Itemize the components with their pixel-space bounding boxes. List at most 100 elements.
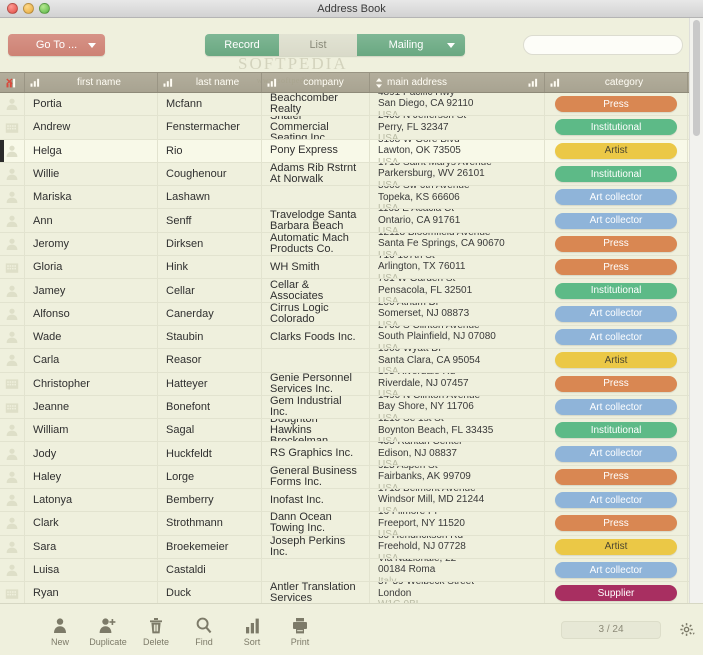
cell-first-name[interactable]: Haley: [25, 465, 158, 489]
cell-company[interactable]: Cellar & Associates: [262, 279, 370, 302]
table-row[interactable]: Jeromy Dirksen Automatic Mach Products Co.…: [0, 232, 703, 257]
cell-last-name[interactable]: Bonefont: [158, 395, 262, 419]
toolbar-button-duplicate[interactable]: Duplicate: [84, 612, 132, 647]
settings-button[interactable]: [680, 622, 695, 637]
category-badge[interactable]: Press: [555, 235, 677, 252]
cell-category[interactable]: Art collector: [545, 395, 688, 419]
cell-last-name[interactable]: Senff: [158, 209, 262, 232]
cell-main-address[interactable]: 1900 Wyatt DrSanta Clara, CA 95054USA: [370, 349, 545, 372]
toolbar-button-print[interactable]: Print: [276, 612, 324, 647]
tab-mailing[interactable]: Mailing: [357, 34, 465, 56]
cell-first-name[interactable]: William: [25, 419, 158, 442]
cell-category[interactable]: Institutional: [545, 419, 688, 442]
cell-main-address[interactable]: 435 Raritan CenterEdison, NJ 08837USA: [370, 442, 545, 465]
cell-first-name[interactable]: Ryan: [25, 582, 158, 605]
cell-company[interactable]: Antler Translation Services: [262, 582, 370, 605]
cell-main-address[interactable]: 2700 S Clinton AvenueSouth Plainfield, N…: [370, 325, 545, 349]
category-badge[interactable]: Artist: [555, 142, 677, 159]
cell-company[interactable]: [262, 186, 370, 209]
cell-category[interactable]: Art collector: [545, 558, 688, 582]
cell-company[interactable]: WH Smith: [262, 256, 370, 279]
cell-category[interactable]: Institutional: [545, 162, 688, 186]
table-row[interactable]: Jeanne Bonefont Gem Industrial Inc. 1490 N …: [0, 395, 703, 420]
table-row[interactable]: Luisa Castaldi Via Nazionale, 2200184 Roma…: [0, 558, 703, 583]
sort-bars-icon-wrap[interactable]: [550, 78, 561, 87]
category-badge[interactable]: Art collector: [555, 212, 677, 229]
cell-main-address[interactable]: 1718 Belmont AvenueWindsor Mill, MD 2124…: [370, 489, 545, 512]
cell-last-name[interactable]: Lashawn: [158, 186, 262, 209]
table-row[interactable]: Helga Rio Pony Express 5108 W Gore BlvdLawt…: [0, 139, 703, 163]
cell-main-address[interactable]: 57-59 Welbeck StreetLondonW1G 0BL: [370, 582, 545, 605]
category-badge[interactable]: Press: [555, 515, 677, 532]
table-row[interactable]: Alfonso Canerday Cirrus Logic Colorado 200 …: [0, 302, 703, 326]
category-badge[interactable]: Art collector: [555, 562, 677, 579]
category-badge[interactable]: Supplier: [555, 585, 677, 602]
column-header-first_name[interactable]: first name: [25, 73, 158, 92]
cell-first-name[interactable]: Sara: [25, 535, 158, 558]
cell-last-name[interactable]: Coughenour: [158, 162, 262, 186]
table-row[interactable]: Jamey Cellar Cellar & Associates 701 W Gard…: [0, 279, 703, 303]
cell-category[interactable]: Press: [545, 465, 688, 489]
cell-main-address[interactable]: 105 Riverdale RdRiverdale, NJ 07457USA: [370, 372, 545, 395]
tab-record[interactable]: Record: [205, 34, 279, 56]
table-row[interactable]: Willie Coughenour Adams Rib Rstrnt At Norw…: [0, 162, 703, 187]
cell-last-name[interactable]: Rio: [158, 139, 262, 162]
cell-last-name[interactable]: Hink: [158, 256, 262, 279]
cell-last-name[interactable]: Bemberry: [158, 489, 262, 512]
cell-main-address[interactable]: 1715 Saint Marys AvenueParkersburg, WV 2…: [370, 162, 545, 186]
cell-first-name[interactable]: Clark: [25, 512, 158, 535]
cell-company[interactable]: Dann Ocean Towing Inc.: [262, 512, 370, 535]
table-row[interactable]: Clark Strothmann Dann Ocean Towing Inc. 16 …: [0, 512, 703, 536]
cell-company[interactable]: Genie Personnel Services Inc.: [262, 372, 370, 395]
cell-first-name[interactable]: Portia: [25, 93, 158, 116]
cell-last-name[interactable]: Sagal: [158, 419, 262, 442]
category-badge[interactable]: Press: [555, 96, 677, 113]
cell-category[interactable]: Art collector: [545, 209, 688, 232]
cell-company[interactable]: RS Graphics Inc.: [262, 442, 370, 465]
column-header-company[interactable]: company: [262, 73, 370, 92]
vertical-scrollbar[interactable]: [689, 18, 703, 603]
cell-first-name[interactable]: Carla: [25, 349, 158, 372]
cell-category[interactable]: Artist: [545, 349, 688, 372]
toolbar-button-sort[interactable]: Sort: [228, 612, 276, 647]
cell-last-name[interactable]: Fenstermacher: [158, 116, 262, 139]
category-badge[interactable]: Press: [555, 468, 677, 485]
cell-category[interactable]: Supplier: [545, 582, 688, 605]
cell-first-name[interactable]: Willie: [25, 162, 158, 186]
column-header-last_name[interactable]: last name: [158, 73, 262, 92]
cell-category[interactable]: Art collector: [545, 489, 688, 512]
cell-main-address[interactable]: Via Nazionale, 2200184 RomaItaly: [370, 558, 545, 582]
table-row[interactable]: Gloria Hink WH Smith 710 107th StArlington,…: [0, 256, 703, 280]
column-header-address[interactable]: main address: [370, 73, 545, 92]
table-row[interactable]: Latonya Bemberry Inofast Inc. 1718 Belmont …: [0, 489, 703, 513]
goto-button[interactable]: Go To ...: [8, 34, 105, 56]
category-badge[interactable]: Institutional: [555, 422, 677, 439]
cell-main-address[interactable]: 5108 W Gore BlvdLawton, OK 73505USA: [370, 139, 545, 162]
table-row[interactable]: Carla Reasor 1900 Wyatt DrSanta Clara, CA …: [0, 349, 703, 373]
tab-list[interactable]: List: [279, 34, 357, 56]
cell-category[interactable]: Art collector: [545, 186, 688, 209]
column-header-category[interactable]: category: [545, 73, 688, 92]
cell-category[interactable]: Press: [545, 232, 688, 256]
category-badge[interactable]: Institutional: [555, 282, 677, 299]
table-row[interactable]: Ann Senff Travelodge Santa Barbara Beach 11…: [0, 209, 703, 233]
cell-category[interactable]: Art collector: [545, 302, 688, 325]
cell-company[interactable]: Pony Express: [262, 139, 370, 162]
category-badge[interactable]: Art collector: [555, 305, 677, 322]
cell-category[interactable]: Press: [545, 372, 688, 395]
cell-first-name[interactable]: Luisa: [25, 558, 158, 582]
cell-category[interactable]: Institutional: [545, 116, 688, 139]
cell-main-address[interactable]: 80 Hendrickson RdFreehold, NJ 07728USA: [370, 535, 545, 558]
cell-main-address[interactable]: 2400 N Jefferson StPerry, FL 32347USA: [370, 116, 545, 139]
category-badge[interactable]: Artist: [555, 538, 677, 555]
cell-main-address[interactable]: 925 Aspen StFairbanks, AK 99709USA: [370, 465, 545, 489]
category-badge[interactable]: Institutional: [555, 166, 677, 183]
cell-category[interactable]: Artist: [545, 535, 688, 558]
cell-category[interactable]: Art collector: [545, 442, 688, 465]
cell-company[interactable]: Shafer Commercial Seating Inc.: [262, 116, 370, 139]
cell-first-name[interactable]: Latonya: [25, 489, 158, 512]
sort-bars-icon-wrap[interactable]: [163, 78, 174, 87]
category-badge[interactable]: Press: [555, 259, 677, 276]
table-row[interactable]: Mariska Lashawn 5600 Sw 6th AvenueTopeka, …: [0, 186, 703, 210]
cell-first-name[interactable]: Andrew: [25, 116, 158, 139]
